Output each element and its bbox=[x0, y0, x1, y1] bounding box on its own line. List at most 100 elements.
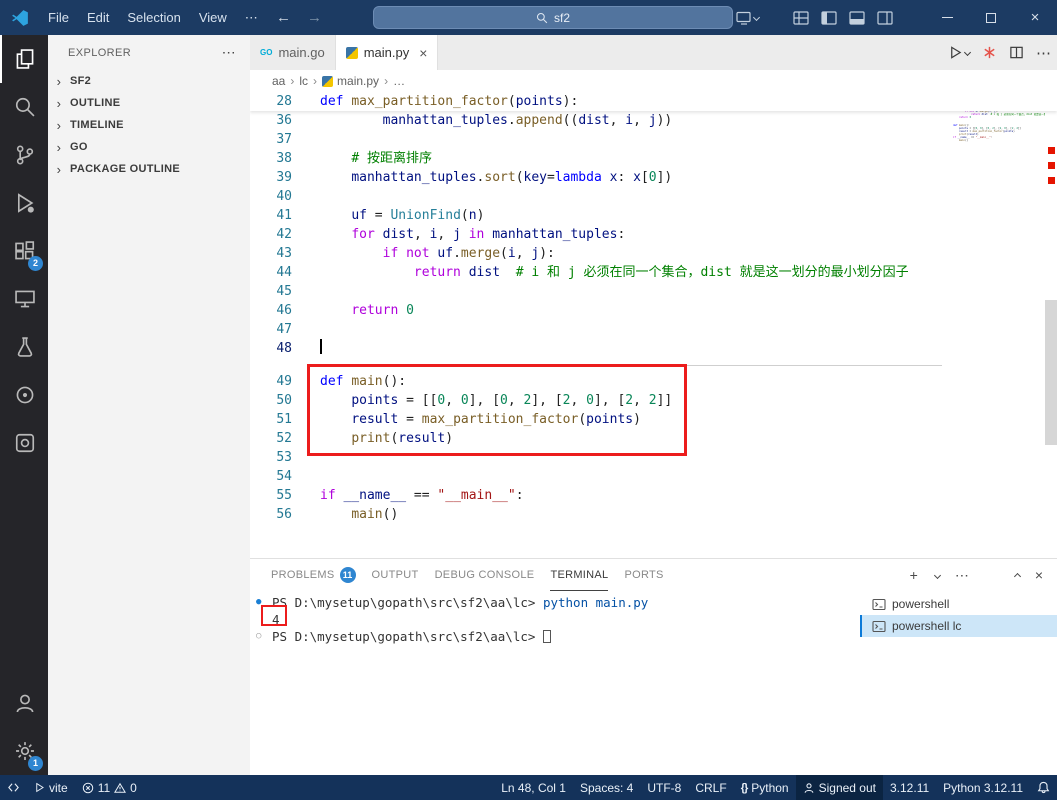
toggle-primary-sidebar-icon[interactable] bbox=[815, 0, 843, 35]
breadcrumb-item-[interactable]: … bbox=[393, 74, 405, 88]
formatter-extension-icon[interactable] bbox=[982, 45, 997, 60]
code-editor[interactable]: 28 def max_partition_factor(points): 36 … bbox=[250, 92, 1057, 558]
terminal-list-item-powershell-lc[interactable]: powershell lc bbox=[860, 615, 1057, 637]
command-decoration-icon[interactable]: ● bbox=[256, 594, 261, 611]
activity-source-control-button[interactable] bbox=[0, 131, 48, 179]
statusbar-language-mode[interactable]: {} Python bbox=[734, 775, 796, 800]
minimize-button[interactable] bbox=[925, 0, 969, 35]
statusbar-cursor-position[interactable]: Ln 48, Col 1 bbox=[494, 775, 573, 800]
menu-view[interactable]: View bbox=[190, 0, 236, 35]
run-python-file-button[interactable] bbox=[948, 45, 972, 60]
statusbar-notifications[interactable] bbox=[1030, 775, 1057, 800]
breadcrumb-item-main-py[interactable]: main.py bbox=[322, 74, 379, 88]
code-line[interactable]: 47 bbox=[250, 320, 1057, 339]
toggle-secondary-sidebar-icon[interactable] bbox=[871, 0, 899, 35]
code-line[interactable]: 56 main() bbox=[250, 505, 1057, 524]
menu-selection[interactable]: Selection bbox=[118, 0, 189, 35]
customize-layout-icon[interactable] bbox=[787, 0, 815, 35]
line-number: 50 bbox=[276, 393, 292, 408]
sidebar-section-timeline[interactable]: › TIMELINE bbox=[48, 114, 250, 136]
code-line[interactable]: 50 points = [[0, 0], [0, 2], [2, 0], [2,… bbox=[250, 391, 1057, 410]
statusbar-end-of-line[interactable]: CRLF bbox=[688, 775, 733, 800]
activity-extensions-button[interactable]: 2 bbox=[0, 227, 48, 275]
statusbar-python-interpreter[interactable]: Python 3.12.11 bbox=[936, 775, 1030, 800]
terminal-profile-chevron-icon[interactable] bbox=[933, 571, 941, 579]
code-line[interactable]: 55 if __name__ == "__main__": bbox=[250, 486, 1057, 505]
code-line[interactable]: 38 # 按距离排序 bbox=[250, 149, 1057, 168]
command-center-search[interactable]: sf2 bbox=[373, 6, 733, 29]
account-button[interactable] bbox=[0, 679, 48, 727]
terminal-list-item-powershell[interactable]: powershell bbox=[860, 593, 1057, 615]
command-decoration-icon[interactable]: ○ bbox=[256, 628, 261, 645]
sidebar-more-actions-icon[interactable]: ⋯ bbox=[222, 44, 236, 61]
panel-more-actions-icon[interactable]: ⋯ bbox=[955, 567, 969, 584]
activity-remote-explorer-button[interactable] bbox=[0, 275, 48, 323]
code-line[interactable]: 45 bbox=[250, 282, 1057, 301]
code-line[interactable]: 39 manhattan_tuples.sort(key=lambda x: x… bbox=[250, 168, 1057, 187]
activity-run-debug-button[interactable] bbox=[0, 179, 48, 227]
menu-edit[interactable]: Edit bbox=[78, 0, 118, 35]
menubar-more-button[interactable]: ⋯ bbox=[236, 0, 267, 35]
terminal-output[interactable]: ● PS D:\mysetup\gopath\src\sf2\aa\lc> pyt… bbox=[250, 591, 860, 775]
statusbar-indentation[interactable]: Spaces: 4 bbox=[573, 775, 640, 800]
code-line[interactable]: 40 bbox=[250, 187, 1057, 206]
breadcrumb-item-lc[interactable]: lc bbox=[299, 74, 308, 88]
sidebar-section-package-outline[interactable]: › PACKAGE OUTLINE bbox=[48, 158, 250, 180]
new-terminal-icon[interactable]: + bbox=[910, 567, 918, 583]
sticky-line[interactable]: 28 def max_partition_factor(points): bbox=[250, 92, 1057, 111]
sidebar-section-sf2[interactable]: › SF2 bbox=[48, 70, 250, 92]
sidebar-section-go[interactable]: › GO bbox=[48, 136, 250, 158]
statusbar-accounts[interactable]: Signed out bbox=[795, 775, 883, 800]
activity-search-button[interactable] bbox=[0, 83, 48, 131]
activity-explorer-button[interactable] bbox=[0, 35, 48, 83]
close-window-button[interactable]: × bbox=[1013, 0, 1057, 35]
code-line[interactable]: 49 def main(): bbox=[250, 372, 1057, 391]
panel-tab-label: PORTS bbox=[624, 569, 664, 581]
layout-control-icon[interactable] bbox=[733, 0, 761, 35]
maximize-panel-icon[interactable] bbox=[1013, 572, 1021, 581]
chevron-right-icon: › bbox=[56, 161, 62, 177]
code-line[interactable]: 52 print(result) bbox=[250, 429, 1057, 448]
panel-tab-debug-console[interactable]: DEBUG CONSOLE bbox=[435, 559, 535, 591]
menu-file[interactable]: File bbox=[39, 0, 78, 35]
code-line[interactable]: 54 bbox=[250, 467, 1057, 486]
forward-arrow-icon[interactable]: → bbox=[307, 9, 322, 26]
panel-tab-output[interactable]: OUTPUT bbox=[372, 559, 419, 591]
settings-button[interactable]: 1 bbox=[0, 727, 48, 775]
toggle-panel-icon[interactable] bbox=[843, 0, 871, 35]
statusbar-task-vite[interactable]: vite bbox=[27, 775, 75, 800]
statusbar-encoding[interactable]: UTF-8 bbox=[640, 775, 688, 800]
statusbar-remote-indicator[interactable] bbox=[0, 775, 27, 800]
tab-main-go[interactable]: GO main.go bbox=[250, 35, 336, 70]
code-line[interactable]: 43 if not uf.merge(i, j): bbox=[250, 244, 1057, 263]
editor-more-actions-icon[interactable]: ⋯ bbox=[1036, 44, 1051, 62]
code-line[interactable]: 48 bbox=[250, 339, 1057, 358]
code-line[interactable]: 42 for dist, i, j in manhattan_tuples: bbox=[250, 225, 1057, 244]
scrollbar-thumb[interactable] bbox=[1045, 300, 1057, 445]
close-icon[interactable]: × bbox=[419, 45, 427, 61]
activity-extension-a-button[interactable] bbox=[0, 371, 48, 419]
activity-extension-b-button[interactable] bbox=[0, 419, 48, 467]
chevron-right-icon: › bbox=[56, 73, 62, 89]
code-line[interactable]: 51 result = max_partition_factor(points) bbox=[250, 410, 1057, 429]
statusbar-python-env-version[interactable]: 3.12.11 bbox=[883, 775, 936, 800]
maximize-button[interactable] bbox=[969, 0, 1013, 35]
statusbar-problems-summary[interactable]: 11 0 bbox=[75, 775, 144, 800]
tab-main-py[interactable]: main.py × bbox=[335, 35, 439, 70]
panel-tab-terminal[interactable]: TERMINAL bbox=[550, 559, 609, 591]
code-line[interactable]: 37 bbox=[250, 130, 1057, 149]
activity-testing-button[interactable] bbox=[0, 323, 48, 371]
section-label: OUTLINE bbox=[70, 97, 121, 109]
code-line[interactable]: 41 uf = UnionFind(n) bbox=[250, 206, 1057, 225]
back-arrow-icon[interactable]: ← bbox=[276, 9, 291, 26]
code-line[interactable]: 46 return 0 bbox=[250, 301, 1057, 320]
code-line[interactable]: 36 manhattan_tuples.append((dist, i, j)) bbox=[250, 111, 1057, 130]
breadcrumb-item-aa[interactable]: aa bbox=[272, 74, 285, 88]
split-editor-icon[interactable] bbox=[1009, 45, 1024, 60]
code-line[interactable]: 44 return dist # i 和 j 必须在同一个集合，dist 就是这… bbox=[250, 263, 1057, 282]
panel-tab-ports[interactable]: PORTS bbox=[624, 559, 663, 591]
sidebar-section-outline[interactable]: › OUTLINE bbox=[48, 92, 250, 114]
close-panel-icon[interactable]: × bbox=[1035, 567, 1043, 583]
code-line[interactable]: 53 bbox=[250, 448, 1057, 467]
panel-tab-problems[interactable]: PROBLEMS 11 bbox=[271, 559, 356, 591]
